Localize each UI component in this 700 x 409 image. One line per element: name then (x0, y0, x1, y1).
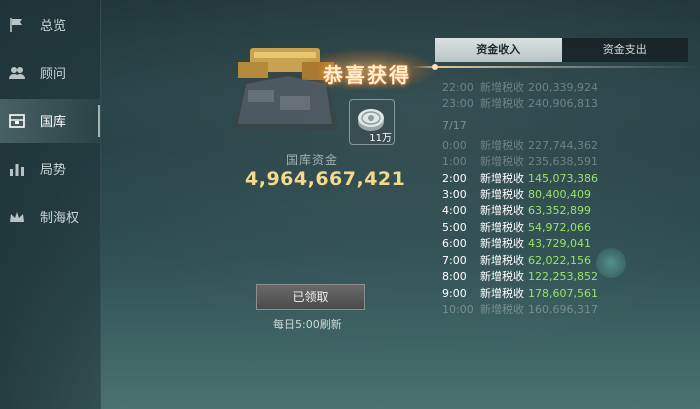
tab-underline-decoration (412, 64, 700, 70)
log-value: 63,352,899 (528, 204, 591, 217)
treasury-icon (8, 112, 26, 130)
advisors-icon (8, 64, 26, 82)
list-item: 9:00 新增税收 178,607,561 (440, 286, 690, 302)
log-value: 54,972,066 (528, 221, 591, 234)
log-value: 178,607,561 (528, 287, 598, 300)
tab-income[interactable]: 资金收入 (435, 38, 562, 62)
sidebar-item-label: 顾问 (40, 67, 67, 82)
list-item: 7:00 新增税收 62,022,156 (440, 253, 690, 269)
log-label: 新增税收 (480, 270, 524, 283)
log-label: 新增税收 (480, 237, 524, 250)
claim-button[interactable]: 已领取 (256, 284, 365, 310)
log-time: 3:00 (442, 188, 467, 201)
log-label: 新增税收 (480, 172, 524, 185)
log-time: 4:00 (442, 204, 467, 217)
list-item: 1:00 新增税收 235,638,591 (440, 154, 690, 170)
reward-item-slot[interactable]: 11万 (349, 99, 395, 145)
treasury-amount: 4,964,667,421 (245, 168, 406, 190)
list-item: 2:00 新增税收 145,073,386 (440, 171, 690, 187)
tab-expense[interactable]: 资金支出 (561, 38, 688, 62)
log-time: 6:00 (442, 237, 467, 250)
log-value: 145,073,386 (528, 172, 598, 185)
log-value: 235,638,591 (528, 155, 598, 168)
log-value: 122,253,852 (528, 270, 598, 283)
log-label: 新增税收 (480, 204, 524, 217)
log-value: 80,400,409 (528, 188, 591, 201)
sidebar-item-sea-control[interactable]: 制海权 (0, 195, 100, 239)
sidebar-item-label: 制海权 (40, 211, 80, 226)
list-item: 8:00 新增税收 122,253,852 (440, 269, 690, 285)
list-item: 0:00 新增税收 227,744,362 (440, 138, 690, 154)
sidebar-item-treasury[interactable]: 国库 (0, 99, 100, 143)
log-label: 新增税收 (480, 155, 524, 168)
log-label: 新增税收 (480, 221, 524, 234)
log-time: 0:00 (442, 139, 467, 152)
log-label: 新增税收 (480, 254, 524, 267)
bar-chart-icon (8, 160, 26, 178)
log-time: 2:00 (442, 172, 467, 185)
log-label: 新增税收 (480, 303, 524, 316)
log-time: 7:00 (442, 254, 467, 267)
list-item: 23:00 新增税收 240,906,813 (440, 96, 690, 112)
list-item: 5:00 新增税收 54,972,066 (440, 220, 690, 236)
sidebar-item-advisors[interactable]: 顾问 (0, 51, 100, 95)
list-item: 4:00 新增税收 63,352,899 (440, 203, 690, 219)
log-date-header: 7/17 (440, 118, 690, 134)
list-item: 3:00 新增税收 80,400,409 (440, 187, 690, 203)
log-value: 62,022,156 (528, 254, 591, 267)
treasury-label: 国库资金 (286, 153, 339, 167)
log-time: 5:00 (442, 221, 467, 234)
crown-icon (8, 208, 26, 226)
log-label: 新增税收 (480, 97, 524, 110)
log-date: 7/17 (442, 119, 467, 132)
list-item: 22:00 新增税收 200,339,924 (440, 80, 690, 96)
sidebar-item-label: 国库 (40, 115, 67, 130)
log-value: 160,696,317 (528, 303, 598, 316)
sidebar-item-situation[interactable]: 局势 (0, 147, 100, 191)
log-value: 240,906,813 (528, 97, 598, 110)
log-time: 1:00 (442, 155, 467, 168)
log-value: 200,339,924 (528, 81, 598, 94)
reward-banner: 恭喜获得 (300, 50, 434, 90)
log-value: 43,729,041 (528, 237, 591, 250)
log-label: 新增税收 (480, 287, 524, 300)
log-label: 新增税收 (480, 188, 524, 201)
sidebar-item-label: 总览 (40, 19, 67, 34)
log-label: 新增税收 (480, 139, 524, 152)
log-time: 22:00 (442, 81, 474, 94)
list-item: 6:00 新增税收 43,729,041 (440, 236, 690, 252)
reward-item-quantity: 11万 (369, 133, 392, 144)
log-value: 227,744,362 (528, 139, 598, 152)
log-label: 新增税收 (480, 81, 524, 94)
flag-icon (8, 16, 26, 34)
sidebar-item-label: 局势 (40, 163, 67, 178)
log-time: 10:00 (442, 303, 474, 316)
list-item: 10:00 新增税收 160,696,317 (440, 302, 690, 318)
reward-banner-title: 恭喜获得 (323, 63, 411, 87)
log-time: 8:00 (442, 270, 467, 283)
glow-orb-decoration (596, 248, 626, 278)
sidebar-item-overview[interactable]: 总览 (0, 3, 100, 47)
income-expense-tabs: 资金收入 资金支出 (435, 38, 688, 62)
sidebar: 总览 顾问 国库 局势 制海权 (0, 0, 101, 409)
log-time: 9:00 (442, 287, 467, 300)
refresh-note: 每日5:00刷新 (273, 318, 342, 331)
log-time: 23:00 (442, 97, 474, 110)
